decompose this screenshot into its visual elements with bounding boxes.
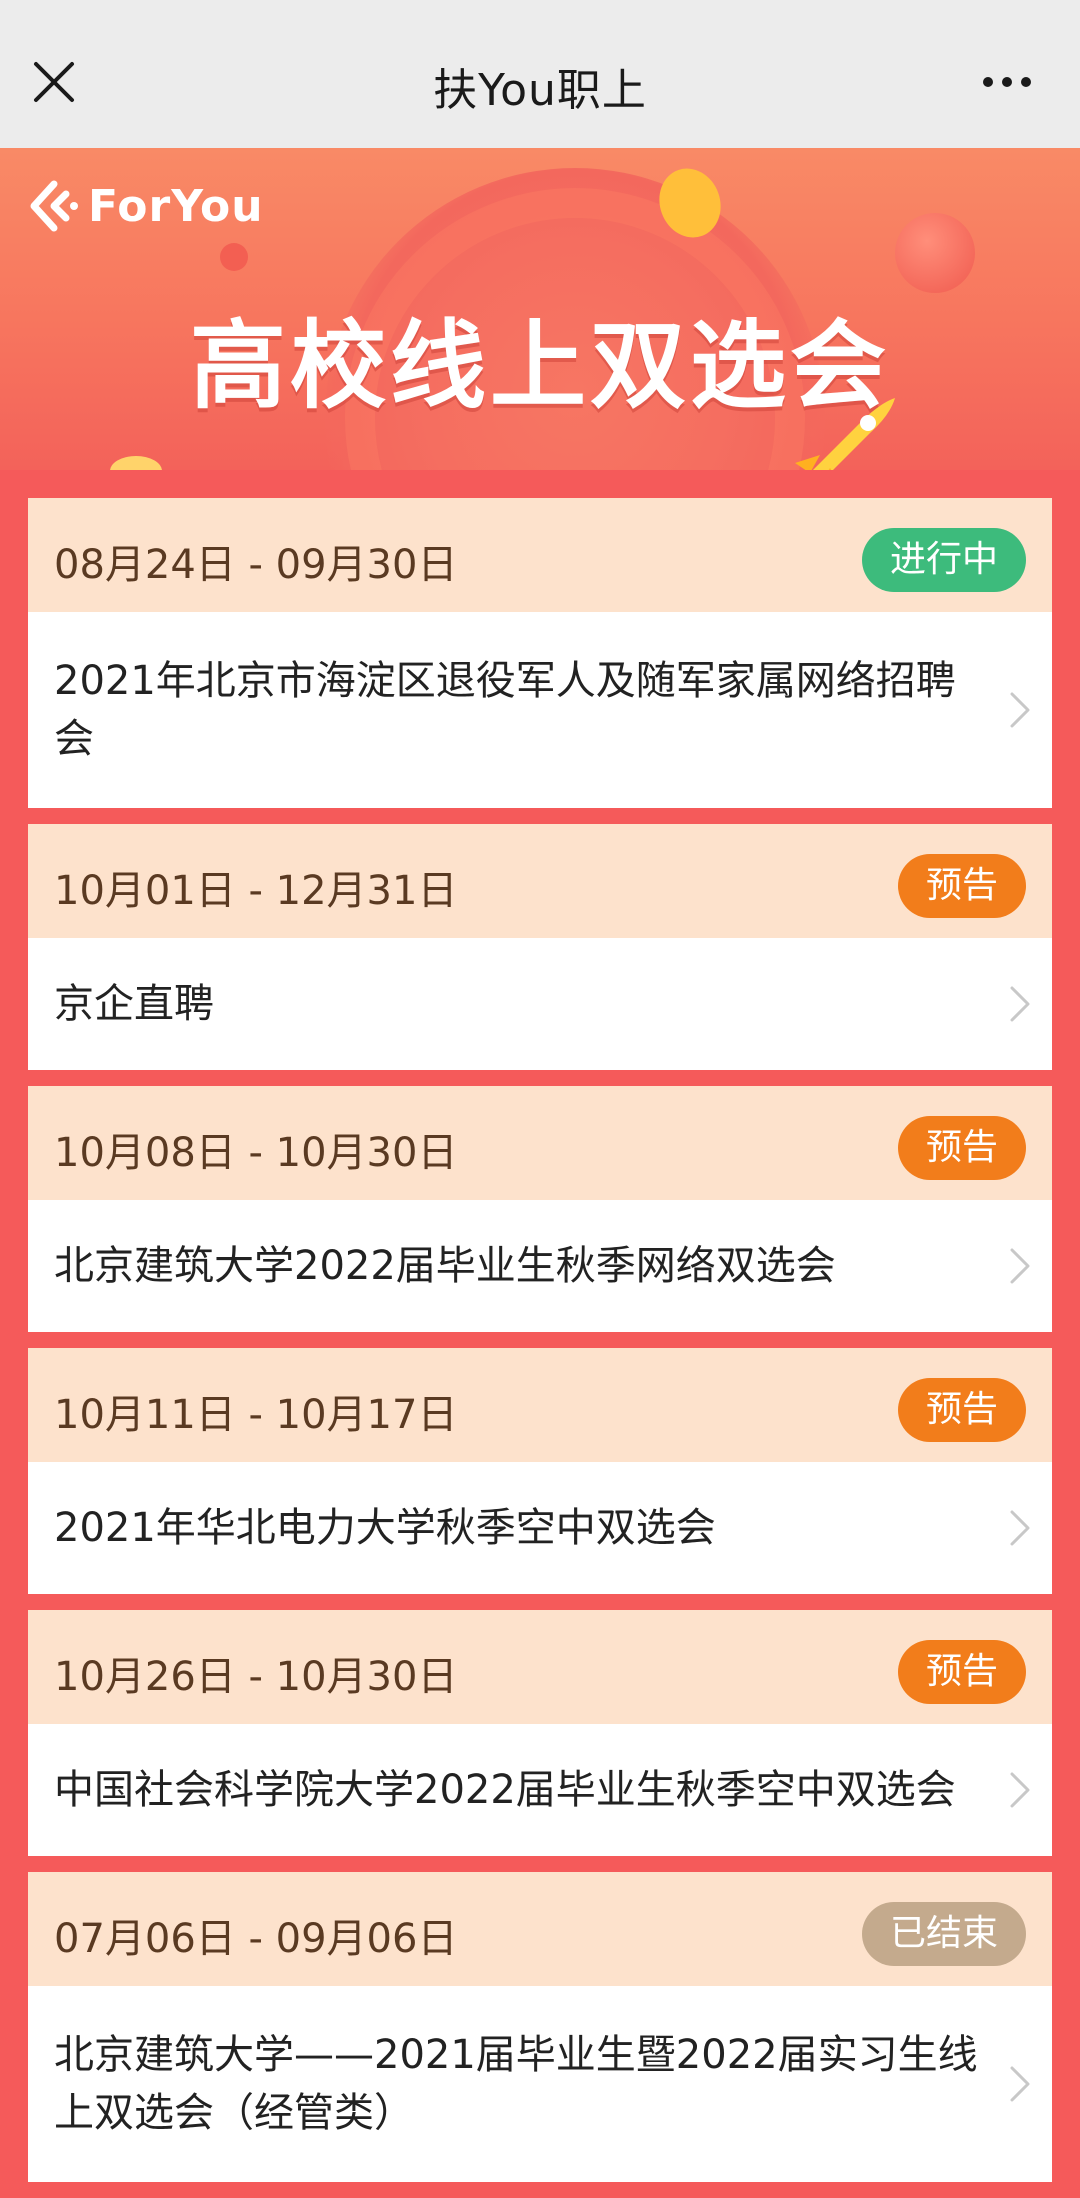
page-title: 扶You职上: [433, 65, 647, 116]
event-card[interactable]: 08月24日 - 09月30日 进行中 2021年北京市海淀区退役军人及随军家属网络…: [28, 498, 1052, 808]
event-card-header: 10月26日 - 10月30日 预告: [28, 1610, 1052, 1724]
event-card[interactable]: 10月26日 - 10月30日 预告中国社会科学院大学2022届毕业生秋季空中双选…: [28, 1610, 1052, 1856]
event-date: 08月24日 - 09月30日: [54, 542, 458, 588]
banner: ForYou 高校线上双选会: [0, 148, 1080, 470]
status-badge: 预告: [897, 854, 1026, 918]
banner-decor-ball: [895, 213, 975, 293]
event-name: 北京建筑大学2022届毕业生秋季网络双选会: [54, 1243, 836, 1289]
event-card-header: 08月24日 - 09月30日 进行中: [28, 498, 1052, 612]
event-card[interactable]: 10月11日 - 10月17日 预告 2021年华北电力大学秋季空中双选会: [28, 1348, 1052, 1594]
event-card-body[interactable]: 2021年北京市海淀区退役军人及随军家属网络招聘会: [28, 612, 1052, 808]
brand-logo: ForYou: [28, 178, 264, 234]
status-badge: 进行中: [861, 528, 1026, 592]
more-icon[interactable]: [980, 72, 1034, 92]
event-card-body[interactable]: 北京建筑大学2022届毕业生秋季网络双选会: [28, 1200, 1052, 1332]
logo-icon: [30, 180, 78, 232]
event-name: 中国社会科学院大学2022届毕业生秋季空中双选会: [54, 1767, 956, 1813]
chevron-right-icon: [1010, 986, 1030, 1022]
event-card-header: 10月08日 - 10月30日 预告: [28, 1086, 1052, 1200]
event-name: 2021年华北电力大学秋季空中双选会: [54, 1505, 716, 1551]
event-date: 10月08日 - 10月30日: [54, 1130, 458, 1176]
banner-decor-small-ball: [220, 243, 248, 271]
event-card[interactable]: 10月01日 - 12月31日 预告京企直聘: [28, 824, 1052, 1070]
event-date: 10月01日 - 12月31日: [54, 868, 458, 914]
status-badge: 已结束: [861, 1902, 1026, 1966]
event-card-body[interactable]: 2021年华北电力大学秋季空中双选会: [28, 1462, 1052, 1594]
event-card[interactable]: 10月08日 - 10月30日 预告北京建筑大学2022届毕业生秋季网络双选会: [28, 1086, 1052, 1332]
event-card-body[interactable]: 中国社会科学院大学2022届毕业生秋季空中双选会: [28, 1724, 1052, 1856]
event-card-header: 10月11日 - 10月17日 预告: [28, 1348, 1052, 1462]
event-list: 08月24日 - 09月30日 进行中 2021年北京市海淀区退役军人及随军家属网络…: [28, 498, 1052, 2198]
status-badge: 预告: [897, 1640, 1026, 1704]
chevron-right-icon: [1010, 692, 1030, 728]
status-badge: 预告: [897, 1378, 1026, 1442]
chevron-right-icon: [1010, 1510, 1030, 1546]
event-card-header: 07月06日 - 09月06日 已结束: [28, 1872, 1052, 1986]
banner-headline: 高校线上双选会: [190, 310, 890, 422]
banner-decor-dot-left: [110, 456, 162, 470]
nav-bar: 扶You职上: [0, 0, 1080, 148]
event-card-body[interactable]: 京企直聘: [28, 938, 1052, 1070]
chevron-right-icon: [1010, 1772, 1030, 1808]
event-date: 10月11日 - 10月17日: [54, 1392, 458, 1438]
event-date: 10月26日 - 10月30日: [54, 1654, 458, 1700]
rocket-icon: [795, 398, 895, 470]
event-card[interactable]: 07月06日 - 09月06日 已结束北京建筑大学——2021届毕业生暨2022届…: [28, 1872, 1052, 2182]
event-name: 2021年北京市海淀区退役军人及随军家属网络招聘会: [54, 658, 956, 762]
event-name: 北京建筑大学——2021届毕业生暨2022届实习生线上双选会（经管类）: [54, 2032, 978, 2136]
logo-text: ForYou: [88, 180, 264, 232]
status-badge: 预告: [897, 1116, 1026, 1180]
event-name: 京企直聘: [54, 981, 214, 1027]
event-card-header: 10月01日 - 12月31日 预告: [28, 824, 1052, 938]
chevron-right-icon: [1010, 2066, 1030, 2102]
event-date: 07月06日 - 09月06日: [54, 1916, 458, 1962]
chevron-right-icon: [1010, 1248, 1030, 1284]
event-card-body[interactable]: 北京建筑大学——2021届毕业生暨2022届实习生线上双选会（经管类）: [28, 1986, 1052, 2182]
